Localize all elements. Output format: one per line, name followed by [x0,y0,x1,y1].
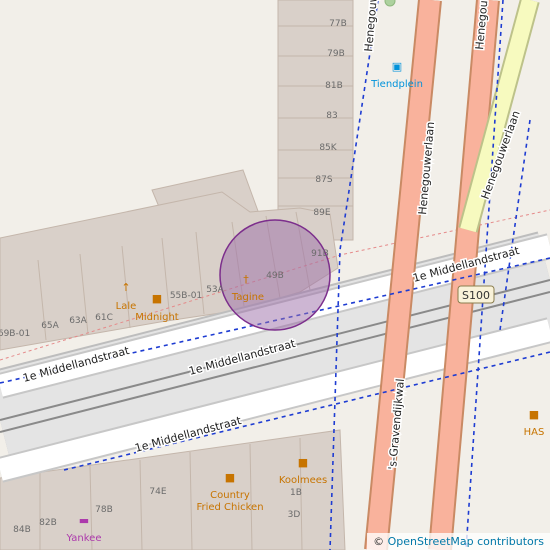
house-number-label: 3D [288,510,301,520]
poi-label: Lale [116,301,137,312]
house-number-label: 91B [311,249,329,259]
house-number-label: 77B [329,19,347,29]
house-number-label: 82B [39,518,57,528]
poi-label: Fried Chicken [196,502,263,513]
house-number-label: 83 [326,111,337,121]
fast-food-icon[interactable]: ■ [298,456,308,469]
house-number-label: 84B [13,525,31,535]
osm-attribution-link[interactable]: OpenStreetMap contributors [388,535,544,548]
poi-label: Koolmees [279,475,327,486]
house-number-label: 1B [290,488,302,498]
house-number-label: 81B [325,81,343,91]
poi-label: Yankee [66,533,102,544]
house-number-label: 55B-01 [170,291,202,301]
house-number-label: 65A [41,321,59,331]
poi-label: Tiendplein [370,79,423,90]
road-shield-s100: S100 [457,285,495,304]
bus-stop-icon[interactable]: ▣ [392,60,402,73]
poi-label: Midnight [135,312,179,323]
house-number-label: 53A [206,285,224,295]
svg-text:S100: S100 [462,289,490,302]
poi-label: HAS [524,427,545,438]
house-number-label: 74E [149,487,166,497]
house-number-label: 61C [95,313,113,323]
poi-label: Tagine [231,292,264,303]
poi-label: Country [210,490,250,501]
restaurant-icon[interactable]: † [243,273,249,286]
house-number-label: 79B [327,49,345,59]
smoking-shop-icon[interactable]: ▬ [79,514,89,527]
bar-icon[interactable]: ↑ [121,281,130,294]
house-number-label: 63A [69,316,87,326]
house-number-label: 69B-01 [0,329,30,339]
map-attribution: © OpenStreetMap contributors [367,533,550,550]
fast-food-icon[interactable]: ■ [152,292,162,305]
house-number-label: 85K [319,143,337,153]
house-number-label: 89E [313,208,330,218]
fast-food-icon[interactable]: ■ [529,408,539,421]
house-number-label: 78B [95,505,113,515]
map-canvas[interactable]: S100 77B 79B 81B 83 85K 87S 89E 91B 49B 53A 55B-01… [0,0,550,550]
copyright-symbol: © [373,535,385,548]
fast-food-icon[interactable]: ■ [225,471,235,484]
house-number-label: 49B [266,271,284,281]
house-number-label: 87S [315,175,332,185]
